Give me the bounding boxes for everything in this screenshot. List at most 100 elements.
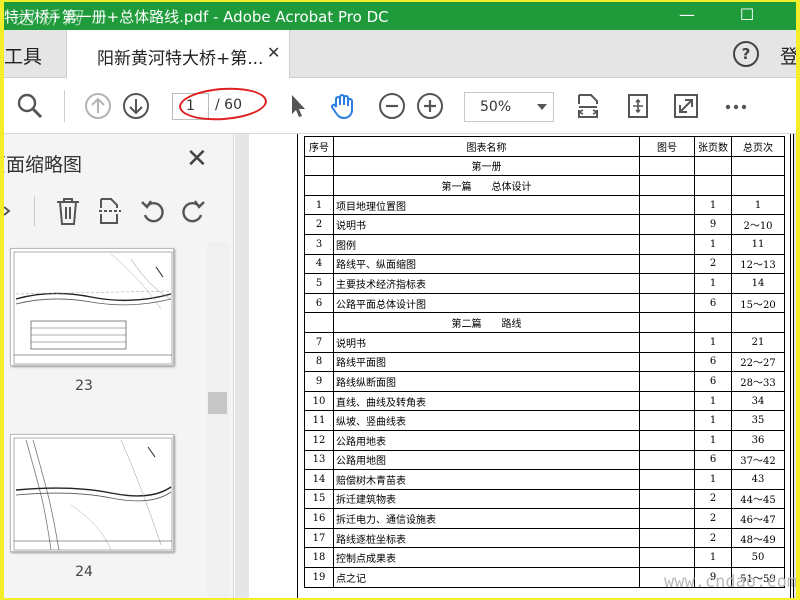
page-thumbnail[interactable]: [10, 248, 174, 366]
page-down-icon[interactable]: [122, 92, 150, 120]
cell-total: 2～10: [731, 214, 785, 235]
annotation-oval: [177, 84, 269, 124]
cell-no: 18: [304, 547, 334, 569]
cell-no: 11: [304, 410, 334, 431]
close-icon[interactable]: ✕: [186, 144, 208, 174]
page-border-line: [793, 134, 794, 598]
cell-fig: [639, 429, 695, 451]
cell-sheets: 1: [694, 469, 732, 490]
cell-sheets: [694, 175, 732, 196]
cell-section-title: 第二篇 路线: [333, 312, 640, 333]
cell-fig: [639, 469, 695, 490]
cell-no: [304, 312, 334, 333]
pdf-page: 序号 图表名称 图号 张页数 总页次 第一册 第一篇 总体设计 1 项目地理位置图 1 1…: [249, 134, 794, 598]
cell-no: 7: [304, 331, 334, 353]
table-row: 14 赔偿树木青苗表 1 43: [304, 469, 785, 490]
tab-document-label: 阳新黄河特大桥+第...: [97, 49, 264, 69]
select-arrow-icon[interactable]: [284, 92, 312, 120]
header-total: 总页次: [731, 136, 785, 157]
cell-total: 37～42: [731, 449, 785, 471]
search-icon[interactable]: [16, 92, 44, 120]
cell-total: 11: [731, 233, 785, 255]
zoom-out-icon[interactable]: [378, 92, 406, 120]
drawing-index-table: 序号 图表名称 图号 张页数 总页次 第一册 第一篇 总体设计 1 项目地理位置图 1 1…: [304, 136, 785, 588]
maximize-button[interactable]: ☐: [724, 2, 770, 30]
table-row: 7 说明书 1 21: [304, 331, 785, 353]
cell-sheets: 2: [694, 527, 732, 549]
cell-sheets: 6: [694, 371, 732, 392]
cell-name: 拆迁电力、通信设施表: [333, 508, 640, 529]
cell-total: [731, 155, 785, 177]
page-thumbnail[interactable]: [10, 434, 174, 552]
delete-icon[interactable]: [54, 196, 82, 226]
tab-tools[interactable]: 工具: [4, 42, 42, 69]
section-row: 第一册: [304, 155, 785, 177]
cell-total: 34: [731, 390, 785, 412]
tab-document[interactable]: 阳新黄河特大桥+第... ✕: [66, 30, 290, 78]
cell-no: 4: [304, 253, 334, 275]
cell-sheets: 1: [694, 410, 732, 431]
cell-total: [731, 312, 785, 333]
table-row: 16 拆迁电力、通信设施表 2 46～47: [304, 508, 785, 529]
zoom-select[interactable]: 50%: [464, 92, 554, 122]
acrobat-window: 特大桥+第一册+总体路线.pdf - Adobe Acrobat Pro DC …: [4, 2, 796, 598]
cell-total: 35: [731, 410, 785, 431]
zoom-value: 50%: [480, 99, 512, 115]
tab-bar: 工具 阳新黄河特大桥+第... ✕ ? 登: [4, 30, 796, 78]
cell-sheets: 6: [694, 449, 732, 471]
cell-name: 公路用地表: [333, 429, 640, 451]
header-sheets: 张页数: [694, 136, 732, 157]
document-view[interactable]: 序号 图表名称 图号 张页数 总页次 第一册 第一篇 总体设计 1 项目地理位置图 1 1…: [235, 134, 796, 598]
cell-no: 14: [304, 469, 334, 490]
extract-icon[interactable]: [96, 196, 124, 226]
page-up-icon[interactable]: [84, 92, 112, 120]
cell-name: 赔偿树木青苗表: [333, 469, 640, 490]
cell-fig: [639, 175, 695, 196]
cell-name: 路线逐桩坐标表: [333, 527, 640, 549]
scrollbar-thumb[interactable]: [208, 392, 227, 414]
cell-sheets: 1: [694, 273, 732, 294]
rotate-left-icon[interactable]: [139, 196, 167, 226]
cell-no: [304, 155, 334, 177]
cell-fig: [639, 155, 695, 177]
table-row: 3 图例 1 11: [304, 233, 785, 255]
thumbnail-panel: 页面缩略图 ✕: [4, 134, 234, 598]
tab-close-icon[interactable]: ✕: [267, 43, 280, 62]
header-name: 图表名称: [333, 136, 640, 157]
login-button[interactable]: 登: [780, 42, 796, 69]
rotate-view-icon[interactable]: [624, 92, 652, 120]
cell-total: 22～27: [731, 351, 785, 373]
cell-fig: [639, 253, 695, 275]
cell-fig: [639, 273, 695, 294]
cell-no: 12: [304, 429, 334, 451]
cell-sheets: 1: [694, 233, 732, 255]
rotate-right-icon[interactable]: [179, 196, 207, 226]
fit-width-icon[interactable]: [574, 92, 602, 120]
cell-sheets: 2: [694, 253, 732, 275]
hand-tool-icon[interactable]: [329, 92, 357, 120]
minimize-button[interactable]: —: [664, 2, 710, 30]
zoom-in-icon[interactable]: [416, 92, 444, 120]
panel-toolbar: [4, 186, 234, 238]
page-border-line: [297, 134, 298, 598]
cell-name: 项目地理位置图: [333, 194, 640, 216]
more-icon[interactable]: [722, 92, 750, 120]
full-screen-icon[interactable]: [672, 92, 700, 120]
cell-no: 13: [304, 449, 334, 471]
cell-sheets: [694, 312, 732, 333]
help-icon[interactable]: ?: [733, 41, 759, 67]
options-icon[interactable]: [4, 198, 20, 222]
cell-fig: [639, 371, 695, 392]
cell-fig: [639, 410, 695, 431]
thumbnail-page-label: 24: [75, 564, 93, 580]
cell-fig: [639, 214, 695, 235]
cell-sheets: 1: [694, 547, 732, 569]
cell-no: 15: [304, 488, 334, 510]
watermark-logo: 迅 桥 网: [16, 8, 82, 29]
cell-sheets: 1: [694, 390, 732, 412]
thumbnail-scrollbar[interactable]: [207, 242, 229, 598]
cell-section-title: 第一篇 总体设计: [333, 175, 640, 196]
cell-total: 14: [731, 273, 785, 294]
table-header-row: 序号 图表名称 图号 张页数 总页次: [304, 136, 785, 157]
cell-no: 5: [304, 273, 334, 294]
